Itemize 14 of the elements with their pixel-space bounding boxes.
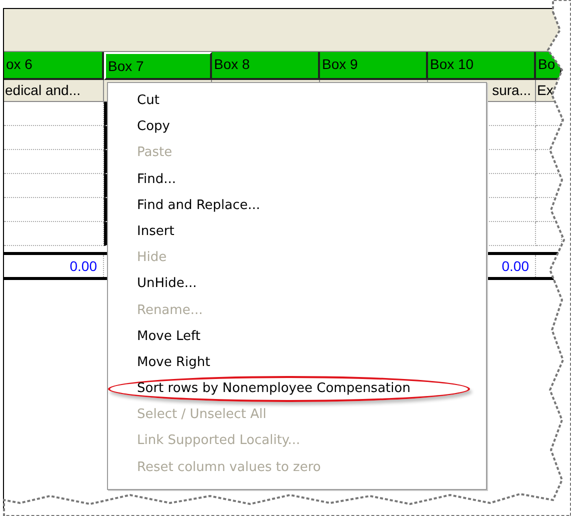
- menu-item[interactable]: Sort rows by Nonemployee Compensation: [108, 376, 470, 402]
- menu-item[interactable]: Find...: [108, 166, 486, 193]
- column-header[interactable]: Box 9: [320, 52, 428, 80]
- total-cell: 0.00: [4, 255, 104, 277]
- column-header[interactable]: Box 7: [104, 52, 212, 80]
- menu-item[interactable]: Copy: [108, 114, 486, 140]
- column-header[interactable]: ox 6: [4, 52, 104, 80]
- menu-item[interactable]: Insert: [108, 218, 486, 246]
- column-header[interactable]: Box 8: [212, 52, 320, 80]
- menu-item[interactable]: Move Left: [108, 324, 486, 350]
- menu-item[interactable]: Move Right: [108, 350, 486, 376]
- subheader-cell: edical and...: [4, 80, 104, 102]
- menu-item[interactable]: Find and Replace...: [108, 192, 486, 219]
- column-header[interactable]: Box 10: [428, 52, 536, 80]
